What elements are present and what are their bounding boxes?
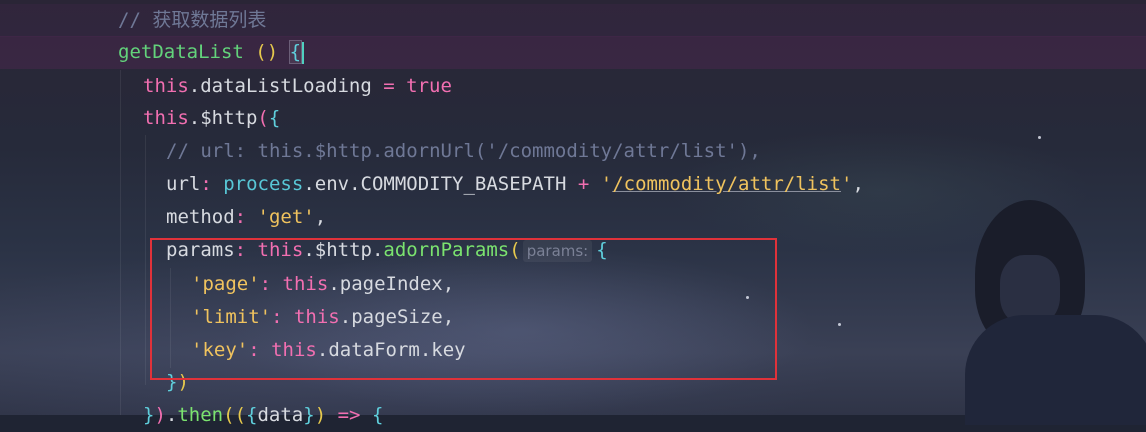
code-line[interactable]: method: 'get', [166, 201, 326, 234]
code-token: , [852, 173, 864, 195]
indent-guide [120, 70, 121, 415]
code-token: ) [154, 404, 166, 426]
code-token: ) [314, 404, 327, 426]
code-token: } [143, 404, 155, 426]
code-token: 'get' [257, 206, 315, 228]
code-token: process [223, 173, 304, 195]
code-token: { [246, 404, 258, 426]
code-token: true [406, 75, 452, 97]
code-token: .dataListLoading [188, 75, 384, 97]
code-line[interactable]: getDataList () { [118, 36, 305, 69]
code-token: this [143, 107, 189, 129]
annotation-highlight-box [150, 238, 777, 380]
code-line[interactable]: this.dataListLoading = true [143, 70, 452, 103]
code-token: ( [223, 404, 235, 426]
code-token: // url: this.$http.adornUrl('/commodity/… [166, 140, 761, 162]
code-token: . [165, 404, 178, 426]
code-token: : [234, 206, 247, 228]
code-token: { [371, 404, 384, 426]
code-token: ' [600, 173, 613, 195]
code-token: } [303, 404, 315, 426]
code-token: () [255, 41, 279, 63]
code-token: ' [841, 173, 853, 195]
code-token: { [268, 107, 281, 129]
code-token: { [288, 40, 303, 64]
code-token: + [577, 173, 590, 195]
code-token: /commodity/attr/list [612, 173, 841, 195]
code-line[interactable]: this.$http({ [143, 102, 280, 135]
code-token: : [200, 173, 212, 195]
code-line[interactable]: url: process.env.COMMODITY_BASEPATH + '/… [166, 168, 864, 201]
code-token: ( [257, 107, 269, 129]
background-character-body [965, 315, 1146, 425]
code-token: ( [234, 404, 247, 426]
indent-guide [145, 135, 146, 385]
star [838, 323, 841, 326]
code-token: .$http [188, 107, 258, 129]
code-line[interactable]: }).then(({data}) => { [143, 399, 383, 432]
code-token: this [143, 75, 189, 97]
code-token: data [257, 404, 304, 426]
code-token: , [314, 206, 327, 228]
code-token: getDataList [118, 41, 244, 63]
code-token: url [166, 173, 201, 195]
code-token: => [337, 404, 361, 426]
code-line[interactable]: // url: this.$http.adornUrl('/commodity/… [166, 135, 761, 168]
code-token: // 获取数据列表 [118, 9, 267, 31]
code-token: = [383, 75, 395, 97]
code-token: .env.COMMODITY_BASEPATH [303, 173, 578, 195]
text-cursor [302, 41, 305, 64]
code-token: then [177, 404, 224, 426]
code-token: method [166, 206, 235, 228]
code-line[interactable]: // 获取数据列表 [118, 4, 266, 37]
star [1038, 136, 1041, 139]
